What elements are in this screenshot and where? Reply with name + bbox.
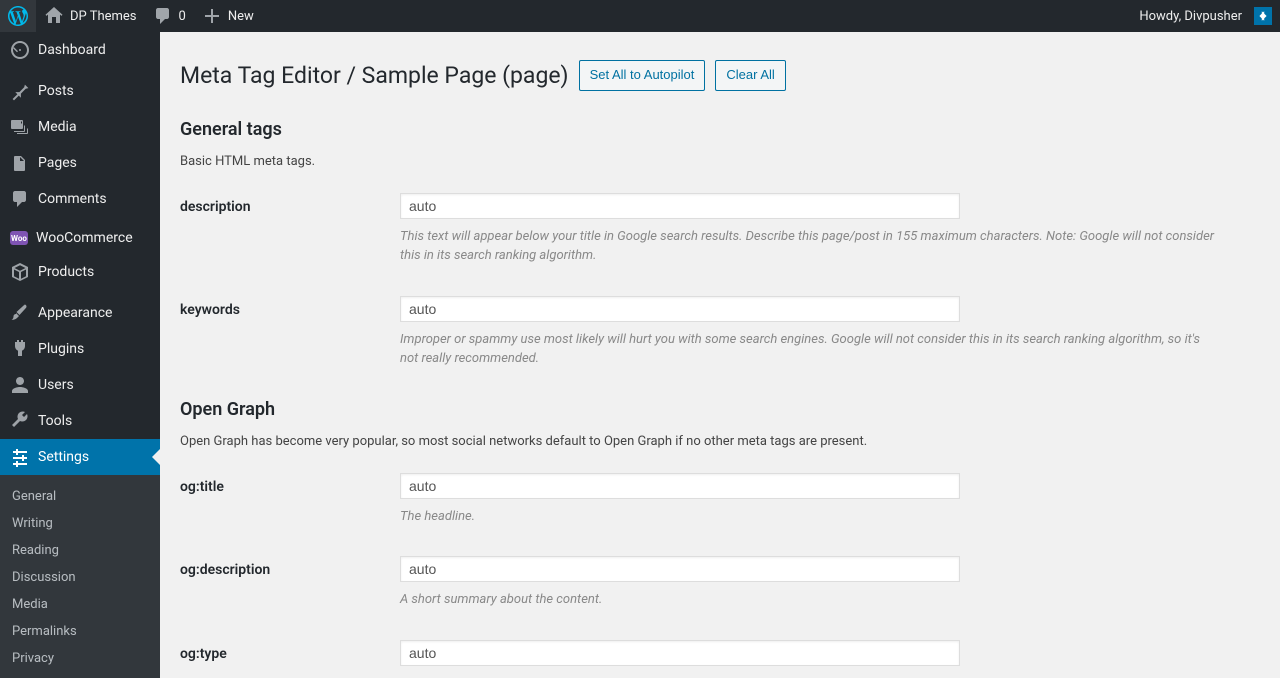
input-og-description[interactable] [400, 556, 960, 582]
users-icon [10, 375, 30, 395]
sliders-icon [10, 447, 30, 467]
input-og-title[interactable] [400, 473, 960, 499]
submenu-reading[interactable]: Reading [0, 537, 160, 564]
help-description: This text will appear below your title i… [400, 227, 1220, 266]
admin-sidebar: Dashboard Posts Media Pages Comments Woo… [0, 32, 160, 678]
help-og-title: The headline. [400, 507, 1220, 527]
submenu-writing[interactable]: Writing [0, 510, 160, 537]
submenu-privacy[interactable]: Privacy [0, 645, 160, 672]
sidebar-item-label: Posts [38, 83, 74, 99]
new-label: New [228, 9, 254, 24]
avatar [1254, 7, 1272, 25]
field-og-type: og:type [180, 640, 1260, 666]
comments-icon [10, 189, 30, 209]
sidebar-item-dashboard[interactable]: Dashboard [0, 32, 160, 68]
pin-icon [10, 81, 30, 101]
autopilot-button[interactable]: Set All to Autopilot [579, 60, 706, 91]
settings-submenu: General Writing Reading Discussion Media… [0, 475, 160, 678]
sidebar-item-label: Users [38, 377, 74, 393]
sidebar-item-comments[interactable]: Comments [0, 181, 160, 217]
sidebar-item-media[interactable]: Media [0, 109, 160, 145]
comments-link[interactable]: 0 [145, 0, 194, 32]
media-icon [10, 117, 30, 137]
submenu-media[interactable]: Media [0, 591, 160, 618]
help-og-description: A short summary about the content. [400, 590, 1220, 610]
label-og-type: og:type [180, 640, 400, 662]
clear-all-button[interactable]: Clear All [715, 60, 785, 91]
pages-icon [10, 153, 30, 173]
section-desc-og: Open Graph has become very popular, so m… [180, 434, 1260, 449]
sidebar-item-label: Settings [38, 449, 89, 465]
field-description: description This text will appear below … [180, 193, 1260, 266]
input-description[interactable] [400, 193, 960, 219]
section-desc-general: Basic HTML meta tags. [180, 154, 1260, 169]
sidebar-item-label: Dashboard [38, 42, 106, 58]
page-title: Meta Tag Editor / Sample Page (page) [180, 62, 569, 89]
wordpress-icon [8, 6, 28, 26]
field-og-description: og:description A short summary about the… [180, 556, 1260, 610]
comment-icon [153, 6, 173, 26]
input-og-type[interactable] [400, 640, 960, 666]
dashboard-icon [10, 40, 30, 60]
howdy-text: Howdy, Divpusher [1139, 9, 1242, 24]
main-content: Meta Tag Editor / Sample Page (page) Set… [160, 32, 1280, 678]
label-og-description: og:description [180, 556, 400, 578]
help-keywords: Improper or spammy use most likely will … [400, 330, 1220, 369]
sidebar-item-label: Appearance [38, 305, 112, 321]
woocommerce-icon: Woo [10, 231, 28, 245]
submenu-general[interactable]: General [0, 483, 160, 510]
submenu-permalinks[interactable]: Permalinks [0, 618, 160, 645]
plug-icon [10, 339, 30, 359]
adminbar: DP Themes 0 New Howdy, Divpusher [0, 0, 1280, 32]
site-name: DP Themes [70, 9, 137, 24]
sidebar-item-pages[interactable]: Pages [0, 145, 160, 181]
sidebar-item-users[interactable]: Users [0, 367, 160, 403]
sidebar-item-posts[interactable]: Posts [0, 73, 160, 109]
section-title-general: General tags [180, 119, 1260, 140]
section-title-og: Open Graph [180, 399, 1260, 420]
wp-logo[interactable] [0, 0, 36, 32]
sidebar-item-label: Media [38, 119, 77, 135]
plus-icon [202, 6, 222, 26]
field-og-title: og:title The headline. [180, 473, 1260, 527]
label-keywords: keywords [180, 296, 400, 318]
avatar-icon [1257, 10, 1269, 22]
sidebar-item-tools[interactable]: Tools [0, 403, 160, 439]
input-keywords[interactable] [400, 296, 960, 322]
label-og-title: og:title [180, 473, 400, 495]
sidebar-item-products[interactable]: Products [0, 254, 160, 290]
wrench-icon [10, 411, 30, 431]
sidebar-item-label: Comments [38, 191, 107, 207]
product-icon [10, 262, 30, 282]
submenu-discussion[interactable]: Discussion [0, 564, 160, 591]
comment-count: 0 [179, 9, 186, 24]
sidebar-item-label: Pages [38, 155, 77, 171]
new-content[interactable]: New [194, 0, 262, 32]
sidebar-item-label: Products [38, 264, 94, 280]
sidebar-item-appearance[interactable]: Appearance [0, 295, 160, 331]
sidebar-item-woocommerce[interactable]: Woo WooCommerce [0, 222, 160, 254]
sidebar-item-plugins[interactable]: Plugins [0, 331, 160, 367]
site-link[interactable]: DP Themes [36, 0, 145, 32]
home-icon [44, 6, 64, 26]
user-menu[interactable]: Howdy, Divpusher [1131, 0, 1280, 32]
sidebar-item-label: WooCommerce [36, 230, 133, 246]
sidebar-item-label: Plugins [38, 341, 84, 357]
sidebar-item-settings[interactable]: Settings [0, 439, 160, 475]
brush-icon [10, 303, 30, 323]
label-description: description [180, 193, 400, 215]
field-keywords: keywords Improper or spammy use most lik… [180, 296, 1260, 369]
sidebar-item-label: Tools [38, 413, 72, 429]
